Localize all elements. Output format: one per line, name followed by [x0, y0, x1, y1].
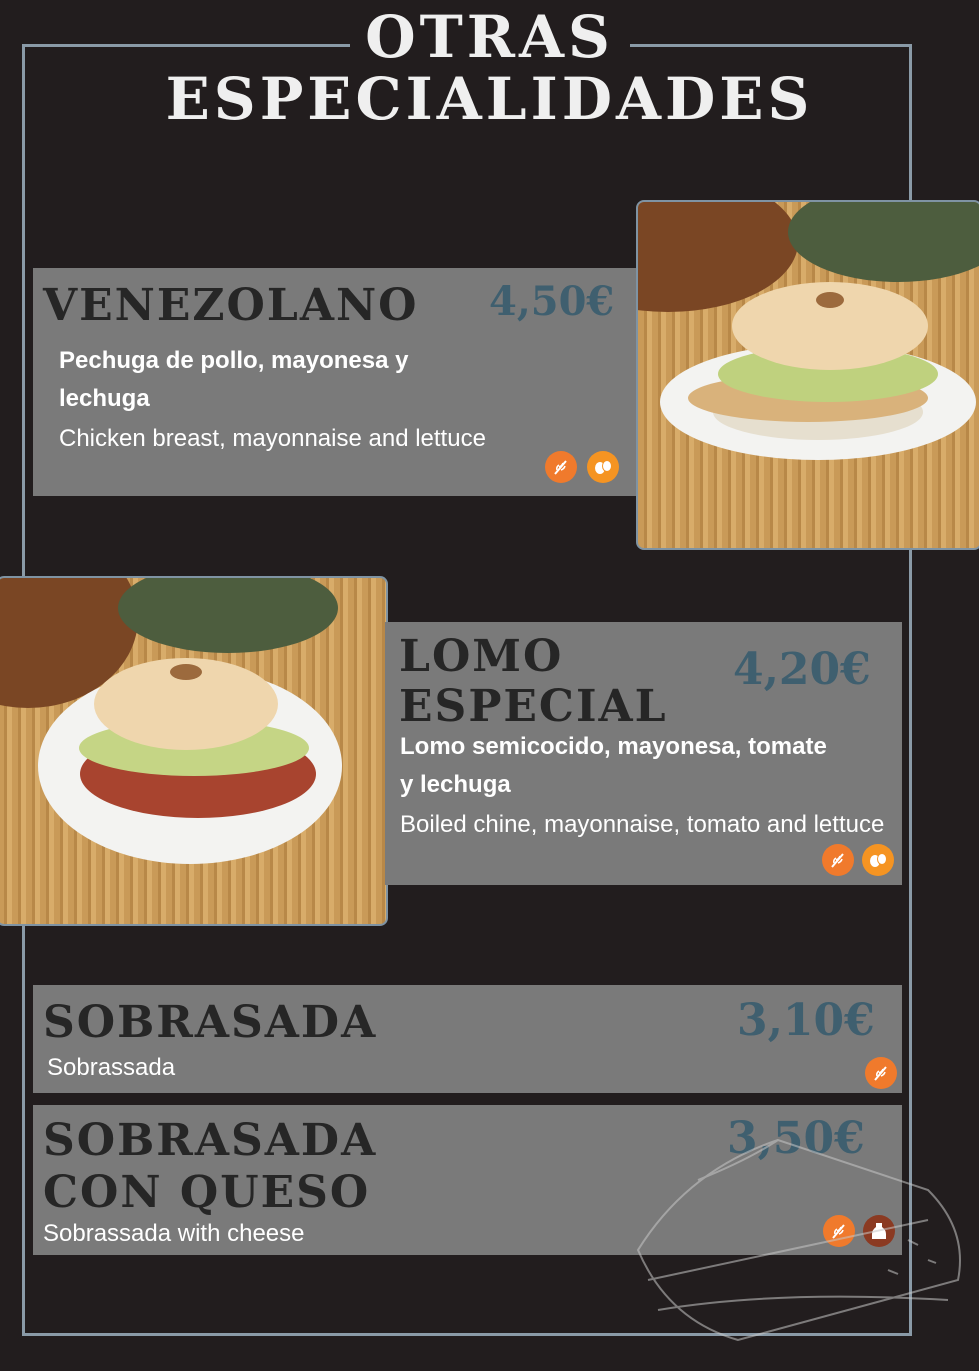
item-description-en: Chicken breast, mayonnaise and lettuce: [59, 425, 486, 452]
item-price: 3,10€: [737, 995, 875, 1046]
venezolano-photo: [636, 200, 979, 550]
item-description-es: Pechuga de pollo, mayonesa y lechuga: [59, 347, 409, 412]
gluten-icon: [545, 451, 577, 483]
menu-item-venezolano: VENEZOLANO 4,50€ Pechuga de pollo, mayon…: [33, 268, 638, 496]
item-name: SOBRASADA CON QUESO: [43, 1115, 378, 1218]
title-line-2: ESPECIALIDADES: [129, 68, 850, 130]
item-name: SOBRASADA: [43, 997, 378, 1048]
menu-item-lomo-especial: LOMO ESPECIAL 4,20€ Lomo semicocido, mayo…: [385, 622, 902, 885]
gluten-icon: [822, 844, 854, 876]
egg-icon: [862, 844, 894, 876]
sandwich-sketch-icon: [636, 1138, 961, 1342]
item-description-en: Sobrassada: [47, 1054, 176, 1081]
egg-icon: [587, 451, 619, 483]
item-description-en: Boiled chine, mayonnaise, tomato and let…: [400, 811, 885, 838]
menu-item-sobrasada: SOBRASADA 3,10€ Sobrassada: [33, 985, 902, 1093]
title-line-1: OTRAS: [349, 6, 630, 68]
gluten-icon: [865, 1057, 897, 1089]
item-name: VENEZOLANO: [43, 280, 419, 331]
item-price: 4,20€: [733, 644, 871, 695]
lomo-especial-photo: [0, 576, 388, 926]
item-name: LOMO ESPECIAL: [399, 631, 668, 732]
item-description-en: Sobrassada with cheese: [43, 1220, 305, 1247]
item-price: 4,50€: [489, 278, 615, 325]
page-title: OTRAS ESPECIALIDADES: [0, 6, 979, 130]
item-description-es: Lomo semicocido, mayonesa, tomate y lechu…: [400, 733, 827, 798]
